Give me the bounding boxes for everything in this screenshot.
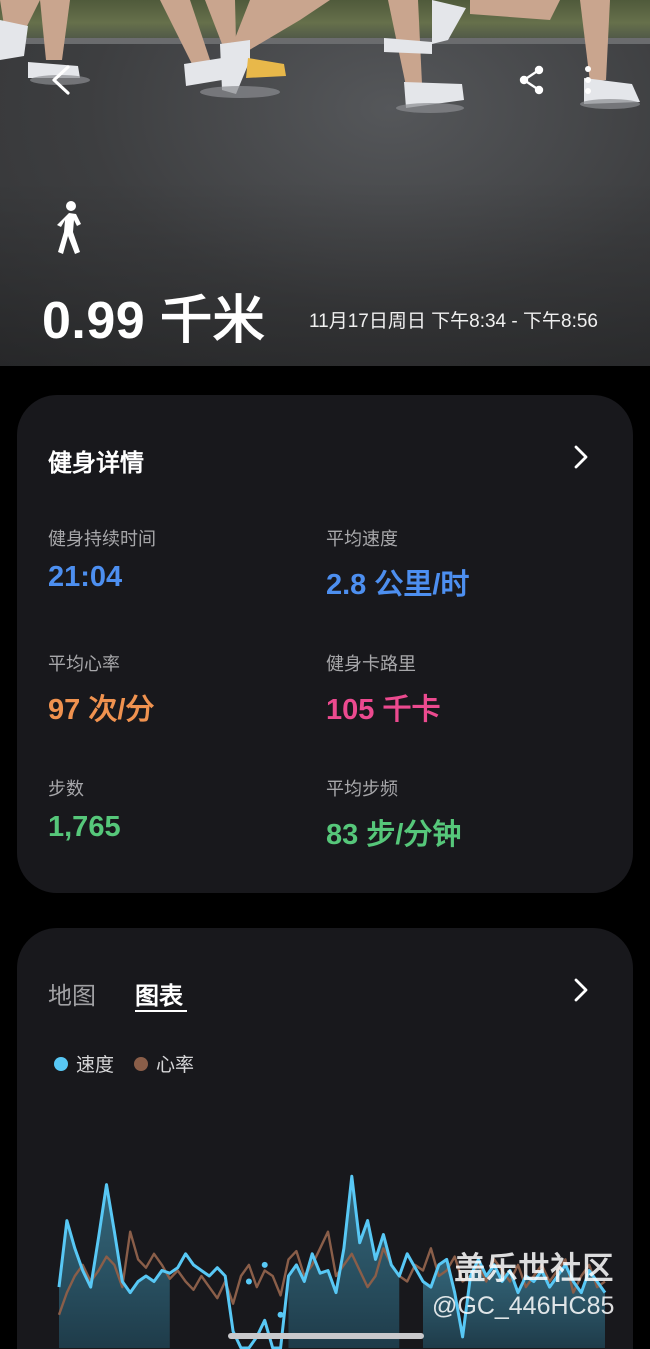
metric-label: 平均步频 (326, 779, 398, 799)
metric-value: 105 千卡 (326, 694, 441, 726)
walking-person-icon (57, 201, 81, 254)
share-icon (519, 65, 544, 95)
watermark: 盖乐世社区 @GC_446HC85 (432, 1243, 614, 1321)
metric-label: 平均心率 (48, 654, 120, 674)
metric-avg-speed: 平均速度 2.8 公里/时 (326, 525, 586, 603)
metric-duration: 健身持续时间 21:04 (48, 525, 308, 594)
details-expand-button[interactable] (567, 443, 595, 471)
back-button[interactable] (42, 62, 78, 98)
metric-avg-heart-rate: 平均心率 97 次/分 (48, 650, 308, 728)
metric-steps: 步数 1,765 (48, 775, 308, 844)
home-indicator[interactable] (228, 1333, 424, 1339)
metric-calories: 健身卡路里 105 千卡 (326, 650, 586, 728)
metric-value: 97 次/分 (48, 694, 155, 726)
back-arrow-icon (52, 65, 70, 95)
speed-data-point (245, 1278, 252, 1285)
speed-data-point (277, 1311, 284, 1318)
chevron-right-icon (574, 445, 588, 469)
watermark-line2: @GC_446HC85 (432, 1292, 615, 1320)
share-button[interactable] (514, 62, 550, 98)
metric-label: 健身卡路里 (326, 654, 416, 674)
distance-value: 0.99 千米 (42, 292, 266, 350)
metric-value: 83 步/分钟 (326, 819, 462, 851)
workout-date-range: 11月17日周日 下午8:34 - 下午8:56 (309, 311, 598, 332)
metric-label: 健身持续时间 (48, 529, 156, 549)
metric-value: 2.8 公里/时 (326, 569, 470, 601)
hero-banner: 0.99 千米 11月17日周日 下午8:34 - 下午8:56 (0, 0, 650, 366)
more-options-button[interactable] (570, 62, 606, 98)
details-title: 健身详情 (48, 450, 144, 477)
metric-label: 平均速度 (326, 529, 398, 549)
metric-avg-cadence: 平均步频 83 步/分钟 (326, 775, 586, 853)
speed-area-segment (288, 1176, 400, 1348)
speed-data-point (261, 1261, 268, 1268)
workout-details-card: 健身详情 健身持续时间 21:04 平均速度 2.8 公里/时 平均心率 97 … (17, 395, 633, 893)
metric-value: 1,765 (48, 811, 121, 843)
metric-value: 21:04 (48, 561, 123, 593)
metric-label: 步数 (48, 779, 84, 799)
watermark-line1: 盖乐世社区 (454, 1251, 615, 1286)
more-vertical-icon (585, 66, 591, 94)
